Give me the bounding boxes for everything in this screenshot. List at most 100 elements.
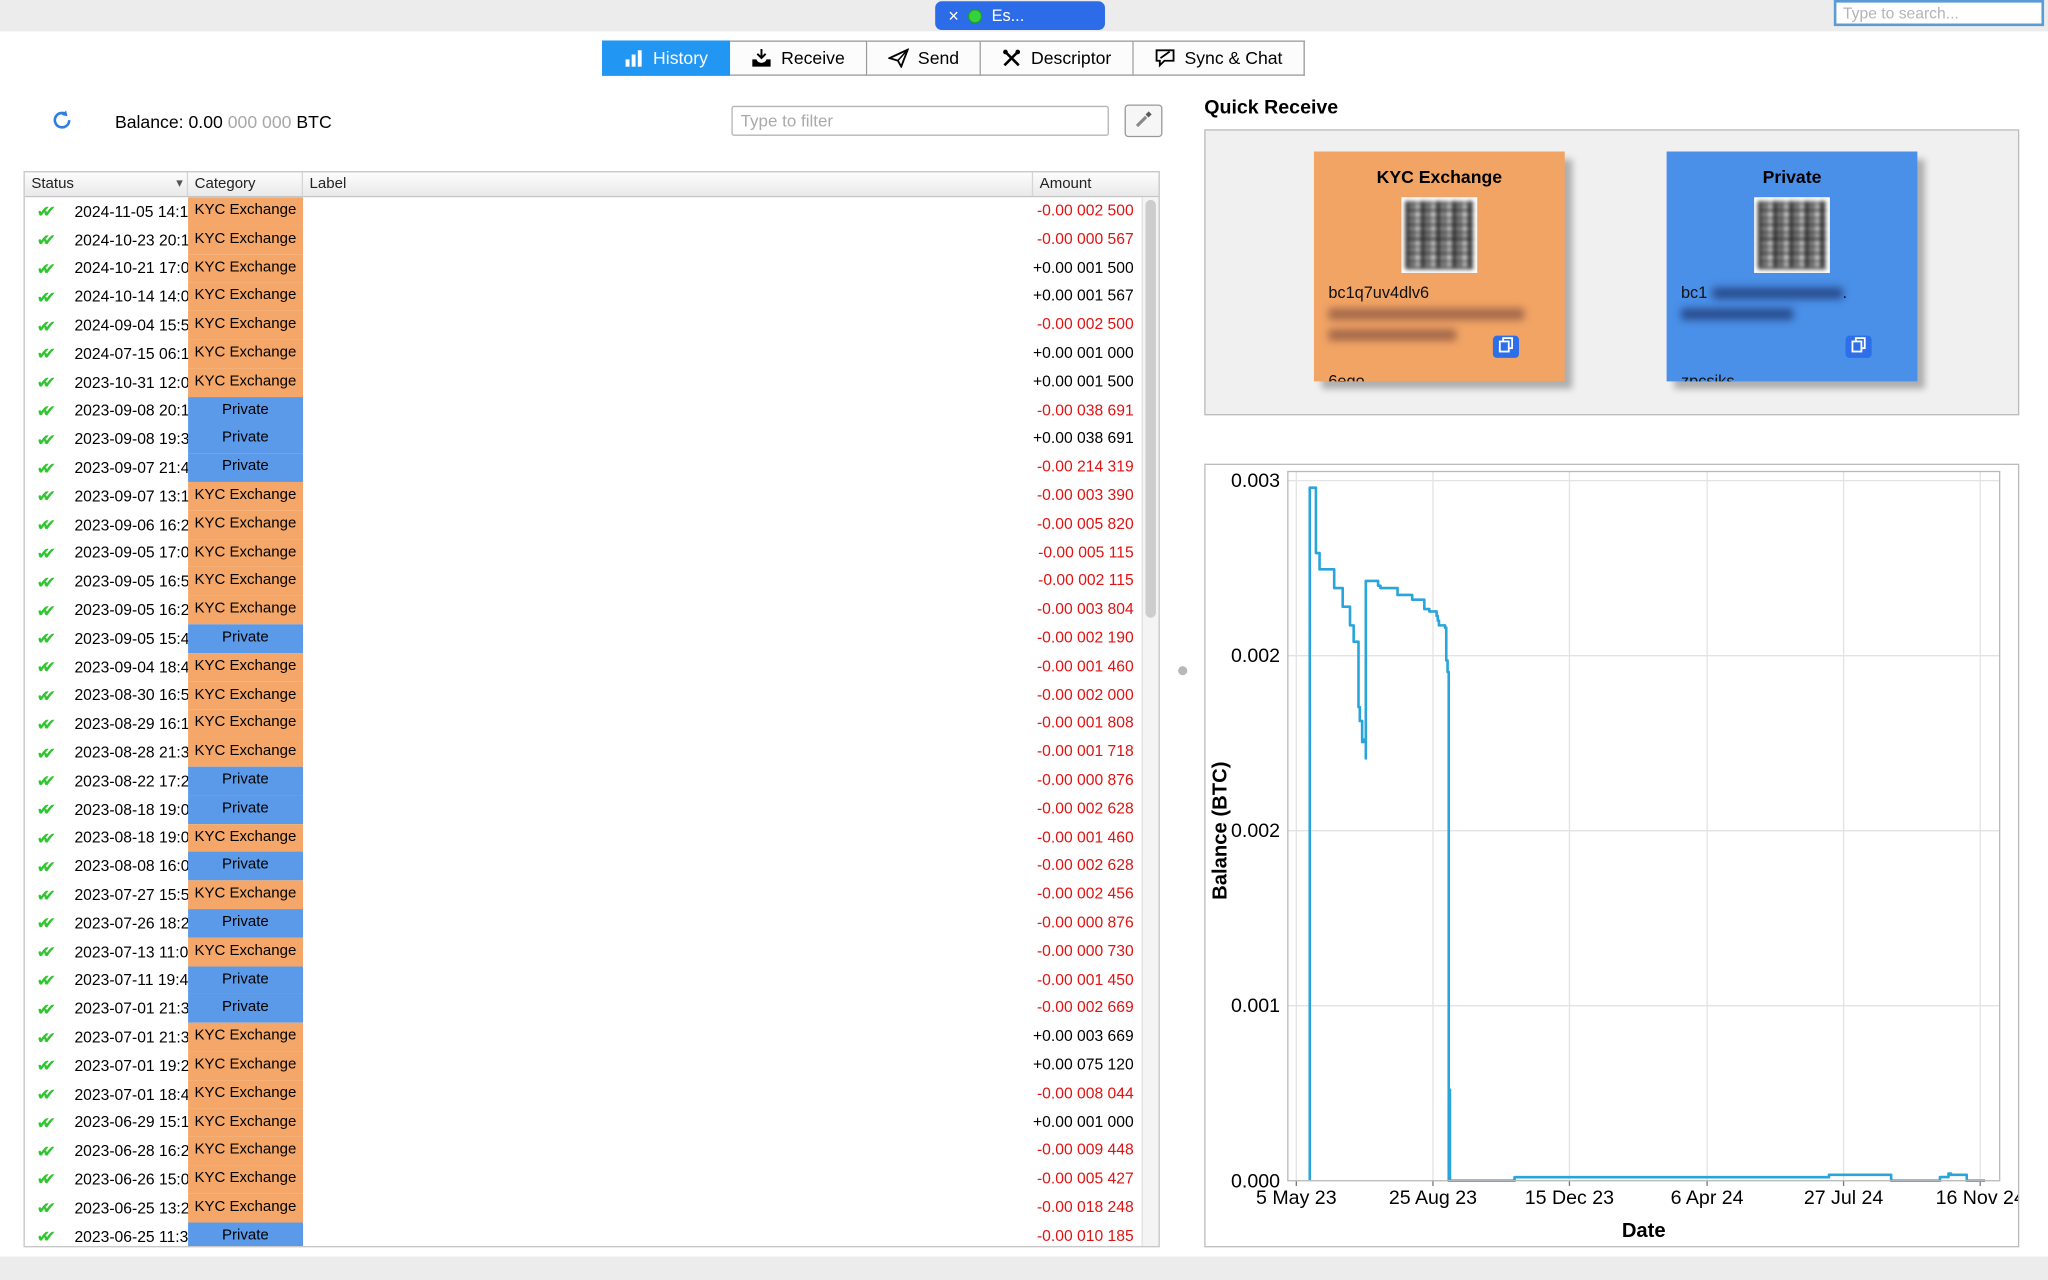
status-cell: ✔✔2023-08-08 16:07 bbox=[25, 852, 188, 880]
double-check-icon: ✔✔ bbox=[37, 1084, 68, 1104]
svg-text:15 Dec 23: 15 Dec 23 bbox=[1525, 1187, 1614, 1209]
table-row[interactable]: ✔✔2023-08-18 19:09KYC Exchange-0.00 001 … bbox=[25, 824, 1142, 852]
tab-send[interactable]: Send bbox=[867, 40, 981, 75]
tx-date: 2023-06-26 15:02 bbox=[74, 1170, 198, 1188]
label-cell bbox=[303, 710, 1031, 738]
tab-descriptor[interactable]: Descriptor bbox=[981, 40, 1133, 75]
table-row[interactable]: ✔✔2023-06-25 11:38Private-0.00 010 185 bbox=[25, 1222, 1142, 1246]
refresh-button[interactable] bbox=[31, 106, 92, 137]
balance-unit: BTC bbox=[296, 112, 331, 132]
column-header-category[interactable]: Category bbox=[188, 172, 303, 196]
copy-address-button[interactable] bbox=[1846, 336, 1872, 358]
close-icon[interactable]: × bbox=[948, 7, 959, 25]
redacted-address-segment bbox=[1681, 309, 1793, 321]
table-scrollbar[interactable] bbox=[1142, 197, 1159, 1246]
amount-cell: -0.00 005 427 bbox=[1031, 1165, 1142, 1193]
table-row[interactable]: ✔✔2023-09-08 19:32Private+0.00 038 691 bbox=[25, 425, 1142, 453]
table-row[interactable]: ✔✔2023-09-06 16:22KYC Exchange-0.00 005 … bbox=[25, 510, 1142, 538]
label-cell bbox=[303, 653, 1031, 681]
label-cell bbox=[303, 482, 1031, 510]
search-input[interactable] bbox=[1834, 0, 2044, 26]
table-row[interactable]: ✔✔2023-07-01 21:30KYC Exchange+0.00 003 … bbox=[25, 1023, 1142, 1051]
filter-settings-button[interactable] bbox=[1125, 104, 1163, 137]
status-cell: ✔✔2023-09-06 16:22 bbox=[25, 510, 188, 538]
copy-address-button[interactable] bbox=[1493, 336, 1519, 358]
filter-input[interactable] bbox=[731, 106, 1108, 136]
category-badge: KYC Exchange bbox=[188, 710, 303, 738]
label-cell bbox=[303, 1080, 1031, 1108]
tx-date: 2023-09-05 17:03 bbox=[74, 544, 198, 562]
tx-date: 2024-10-21 17:01 bbox=[74, 259, 198, 277]
table-row[interactable]: ✔✔2023-09-05 17:03KYC Exchange-0.00 005 … bbox=[25, 539, 1142, 567]
table-row[interactable]: ✔✔2023-09-08 20:17Private-0.00 038 691 bbox=[25, 397, 1142, 425]
amount-cell: -0.00 005 115 bbox=[1031, 539, 1142, 567]
tab-receive[interactable]: Receive bbox=[730, 40, 867, 75]
receive-card-private[interactable]: Private bc1 . zpcsiks bbox=[1667, 152, 1918, 382]
receive-card-kyc-exchange[interactable]: KYC Exchange bc1q7uv4dlv6 6ego bbox=[1314, 152, 1565, 382]
table-row[interactable]: ✔✔2023-07-11 19:47Private-0.00 001 450 bbox=[25, 966, 1142, 994]
tab-history[interactable]: History bbox=[602, 40, 730, 75]
tx-date: 2023-09-07 13:17 bbox=[74, 487, 198, 505]
tx-date: 2023-09-04 18:46 bbox=[74, 658, 198, 676]
table-row[interactable]: ✔✔2023-07-13 11:01KYC Exchange-0.00 000 … bbox=[25, 937, 1142, 965]
table-row[interactable]: ✔✔2023-08-30 16:50KYC Exchange-0.00 002 … bbox=[25, 681, 1142, 709]
table-row[interactable]: ✔✔2023-08-18 19:09Private-0.00 002 628 bbox=[25, 795, 1142, 823]
table-row[interactable]: ✔✔2023-06-28 16:29KYC Exchange-0.00 009 … bbox=[25, 1137, 1142, 1165]
table-row[interactable]: ✔✔2023-07-01 21:30Private-0.00 002 669 bbox=[25, 994, 1142, 1022]
tx-date: 2023-08-29 16:14 bbox=[74, 715, 198, 733]
column-header-status[interactable]: Status ▾ bbox=[25, 172, 188, 196]
category-badge: KYC Exchange bbox=[188, 596, 303, 624]
balance-dim-digits: 000 000 bbox=[228, 112, 292, 132]
pane-splitter[interactable] bbox=[1178, 666, 1187, 675]
status-cell: ✔✔2023-06-25 11:38 bbox=[25, 1222, 188, 1246]
column-header-label[interactable]: Label bbox=[303, 172, 1033, 196]
table-row[interactable]: ✔✔2023-09-07 21:44Private-0.00 214 319 bbox=[25, 453, 1142, 481]
paper-plane-icon bbox=[888, 48, 909, 68]
scrollbar-thumb[interactable] bbox=[1145, 200, 1155, 618]
table-row[interactable]: ✔✔2023-07-26 18:26Private-0.00 000 876 bbox=[25, 909, 1142, 937]
table-row[interactable]: ✔✔2023-09-05 16:21KYC Exchange-0.00 003 … bbox=[25, 596, 1142, 624]
category-badge: KYC Exchange bbox=[188, 368, 303, 396]
tx-date: 2023-09-05 16:54 bbox=[74, 572, 198, 590]
table-row[interactable]: ✔✔2023-06-26 15:02KYC Exchange-0.00 005 … bbox=[25, 1165, 1142, 1193]
tx-date: 2023-07-11 19:47 bbox=[74, 971, 197, 989]
tab-sync-chat[interactable]: Sync & Chat bbox=[1134, 40, 1305, 75]
table-row[interactable]: ✔✔2023-08-22 17:28Private-0.00 000 876 bbox=[25, 767, 1142, 795]
table-row[interactable]: ✔✔2023-07-01 19:27KYC Exchange+0.00 075 … bbox=[25, 1051, 1142, 1079]
table-row[interactable]: ✔✔2024-10-21 17:01KYC Exchange+0.00 001 … bbox=[25, 254, 1142, 282]
table-row[interactable]: ✔✔2024-07-15 06:12KYC Exchange+0.00 001 … bbox=[25, 340, 1142, 368]
table-row[interactable]: ✔✔2023-07-01 18:44KYC Exchange-0.00 008 … bbox=[25, 1080, 1142, 1108]
status-cell: ✔✔2023-09-07 21:44 bbox=[25, 453, 188, 481]
table-row[interactable]: ✔✔2023-07-27 15:52KYC Exchange-0.00 002 … bbox=[25, 880, 1142, 908]
table-row[interactable]: ✔✔2024-10-23 20:18KYC Exchange-0.00 000 … bbox=[25, 226, 1142, 254]
table-row[interactable]: ✔✔2023-08-28 21:35KYC Exchange-0.00 001 … bbox=[25, 738, 1142, 766]
table-row[interactable]: ✔✔2024-09-04 15:54KYC Exchange-0.00 002 … bbox=[25, 311, 1142, 339]
category-badge: KYC Exchange bbox=[188, 1023, 303, 1051]
status-cell: ✔✔2023-09-07 13:17 bbox=[25, 482, 188, 510]
table-row[interactable]: ✔✔2023-09-04 18:46KYC Exchange-0.00 001 … bbox=[25, 653, 1142, 681]
table-row[interactable]: ✔✔2023-09-05 16:54KYC Exchange-0.00 002 … bbox=[25, 567, 1142, 595]
status-cell: ✔✔2023-08-28 21:35 bbox=[25, 738, 188, 766]
table-row[interactable]: ✔✔2023-09-07 13:17KYC Exchange-0.00 003 … bbox=[25, 482, 1142, 510]
window-tab[interactable]: × Es... bbox=[935, 1, 1105, 30]
table-row[interactable]: ✔✔2023-06-29 15:17KYC Exchange+0.00 001 … bbox=[25, 1108, 1142, 1136]
table-row[interactable]: ✔✔2023-10-31 12:09KYC Exchange+0.00 001 … bbox=[25, 368, 1142, 396]
status-cell: ✔✔2023-07-13 11:01 bbox=[25, 937, 188, 965]
amount-cell: +0.00 003 669 bbox=[1031, 1023, 1142, 1051]
tx-date: 2023-09-05 15:48 bbox=[74, 629, 198, 647]
label-cell bbox=[303, 254, 1031, 282]
table-row[interactable]: ✔✔2024-10-14 14:03KYC Exchange+0.00 001 … bbox=[25, 283, 1142, 311]
table-row[interactable]: ✔✔2023-09-05 15:48Private-0.00 002 190 bbox=[25, 624, 1142, 652]
balance-display: Balance: 0.00 000 000 BTC bbox=[115, 112, 332, 132]
table-row[interactable]: ✔✔2023-08-08 16:07Private-0.00 002 628 bbox=[25, 852, 1142, 880]
status-cell: ✔✔2023-07-01 21:30 bbox=[25, 994, 188, 1022]
category-badge: Private bbox=[188, 624, 303, 652]
table-row[interactable]: ✔✔2024-11-05 14:13KYC Exchange-0.00 002 … bbox=[25, 197, 1142, 225]
caret-down-icon[interactable]: ▾ bbox=[176, 172, 183, 196]
label-cell bbox=[303, 197, 1031, 225]
column-header-amount[interactable]: Amount bbox=[1033, 172, 1144, 196]
tab-label: Receive bbox=[781, 48, 845, 68]
tx-date: 2023-06-25 11:38 bbox=[74, 1227, 197, 1245]
table-row[interactable]: ✔✔2023-08-29 16:14KYC Exchange-0.00 001 … bbox=[25, 710, 1142, 738]
table-row[interactable]: ✔✔2023-06-25 13:24KYC Exchange-0.00 018 … bbox=[25, 1194, 1142, 1222]
